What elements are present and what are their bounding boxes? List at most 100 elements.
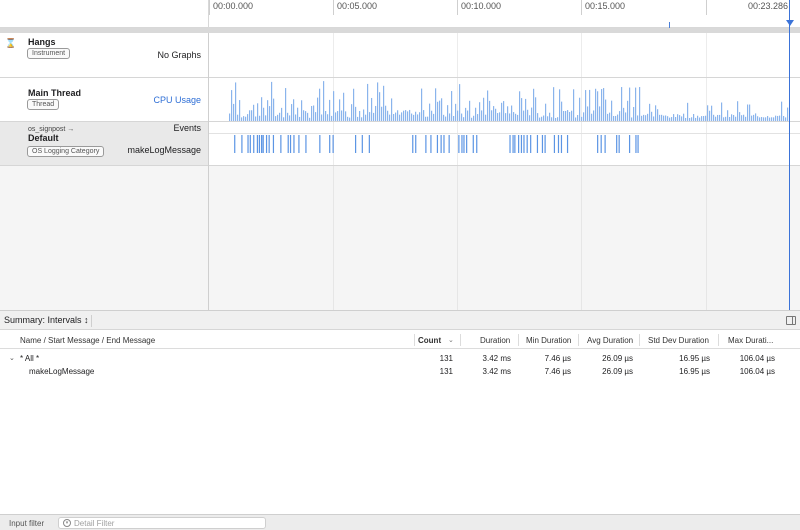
- cpu-bar: [689, 117, 691, 121]
- signpost-event-mark: [305, 135, 307, 153]
- cpu-bar: [311, 105, 313, 121]
- row-duration: 3.42 ms: [482, 367, 511, 376]
- cpu-bar: [239, 100, 241, 121]
- cpu-bar: [491, 110, 493, 121]
- signpost-event-mark: [332, 135, 334, 153]
- signpost-event-mark: [553, 135, 556, 153]
- row-max: 106.04 µs: [739, 367, 775, 376]
- cpu-bar: [607, 113, 609, 121]
- cpu-bar: [547, 116, 549, 121]
- cpu-bar: [777, 115, 779, 121]
- cpu-bar: [385, 105, 387, 121]
- cpu-bar: [527, 109, 529, 121]
- cpu-bar: [557, 117, 559, 121]
- summary-separator: [91, 315, 92, 327]
- signpost-event-mark: [443, 135, 445, 153]
- cpu-bar: [397, 110, 399, 121]
- signpost-event-mark: [265, 135, 268, 153]
- timeline-ruler[interactable]: 00:00.000 00:05.000 00:10.000 00:15.000 …: [0, 0, 800, 28]
- cpu-bar: [755, 113, 757, 121]
- col-count-header[interactable]: Count: [418, 336, 441, 345]
- cpu-bar: [759, 117, 761, 121]
- cpu-bar: [365, 114, 367, 121]
- row-name: * All *: [20, 354, 40, 363]
- cpu-bar: [731, 114, 733, 121]
- table-row[interactable]: ⌄ * All * 131 3.42 ms 7.46 µs 26.09 µs 1…: [0, 352, 800, 365]
- cpu-bar: [449, 113, 451, 121]
- col-name-header[interactable]: Name / Start Message / End Message: [20, 336, 155, 345]
- cpu-bar: [721, 102, 723, 121]
- cpu-bar: [739, 112, 741, 121]
- cpu-bar: [743, 114, 745, 121]
- cpu-bar: [309, 117, 311, 121]
- cpu-bar: [741, 115, 743, 121]
- cpu-bar: [431, 110, 433, 121]
- signpost-event-mark: [466, 135, 468, 153]
- cpu-bar: [417, 114, 419, 121]
- cpu-bar: [419, 112, 421, 121]
- cpu-usage-graph[interactable]: [209, 78, 800, 122]
- cpu-bar: [673, 114, 675, 121]
- row-duration: 3.42 ms: [482, 354, 511, 363]
- summary-selector[interactable]: Summary: Intervals ↕: [4, 315, 89, 325]
- signpost-event-mark: [600, 135, 602, 153]
- table-row[interactable]: makeLogMessage 131 3.42 ms 7.46 µs 26.09…: [0, 365, 800, 378]
- col-avg-header[interactable]: Avg Duration: [587, 336, 633, 345]
- row-avg: 26.09 µs: [602, 354, 633, 363]
- sidebar-toggle-icon[interactable]: [786, 316, 796, 325]
- cpu-bar: [745, 116, 747, 121]
- cpu-bar: [369, 112, 371, 121]
- detail-filter-input[interactable]: [74, 518, 259, 528]
- cpu-bar: [457, 110, 459, 121]
- cpu-bar: [693, 114, 695, 121]
- signpost-event-mark: [566, 135, 569, 153]
- ruler-tick-1: 00:05.000: [333, 0, 377, 15]
- cpu-bar: [577, 115, 579, 121]
- cpu-bar: [389, 114, 391, 121]
- cpu-bar: [685, 117, 687, 121]
- signpost-event-mark: [618, 135, 620, 153]
- cpu-bar: [337, 111, 339, 121]
- disclosure-chevron-icon[interactable]: ⌄: [9, 354, 15, 362]
- empty-track-area: [0, 166, 800, 310]
- cpu-bar: [505, 113, 507, 121]
- cpu-bar: [429, 103, 431, 121]
- signpost-lane[interactable]: os_signpost → Default OS Logging Categor…: [0, 122, 800, 166]
- ruler-end-time: 00:23.286: [747, 1, 788, 11]
- ruler-spacer: [0, 0, 209, 28]
- cpu-bar: [635, 87, 637, 121]
- cpu-bar: [525, 98, 527, 121]
- cpu-bar: [535, 97, 537, 121]
- cpu-bar: [567, 110, 569, 121]
- track-area[interactable]: ⌛ Hangs Instrument No Graphs Main Thread…: [0, 33, 800, 310]
- hangs-lane[interactable]: ⌛ Hangs Instrument No Graphs: [0, 33, 800, 78]
- detail-filter-field[interactable]: ▾: [58, 517, 266, 529]
- cpu-bar: [585, 90, 587, 121]
- signpost-event-mark: [604, 135, 606, 153]
- col-min-header[interactable]: Min Duration: [526, 336, 571, 345]
- cpu-bar: [601, 89, 603, 121]
- cpu-bar: [651, 111, 653, 121]
- cpu-bar: [393, 114, 395, 121]
- col-max-header[interactable]: Max Durati...: [728, 336, 773, 345]
- cpu-usage-link[interactable]: CPU Usage: [153, 95, 201, 105]
- signpost-event-mark: [289, 135, 292, 153]
- signpost-events-graph[interactable]: [209, 122, 800, 166]
- cpu-bar: [665, 115, 667, 121]
- cpu-bar: [299, 116, 301, 121]
- cpu-bar: [515, 113, 517, 121]
- cpu-bar: [407, 111, 409, 121]
- playhead-handle[interactable]: [786, 20, 794, 26]
- sort-chevron-icon[interactable]: ⌄: [448, 336, 454, 344]
- col-stddev-header[interactable]: Std Dev Duration: [648, 336, 709, 345]
- cpu-bar: [753, 114, 755, 121]
- cpu-bar: [443, 114, 445, 121]
- col-duration-header[interactable]: Duration: [480, 336, 510, 345]
- cpu-bar: [395, 112, 397, 121]
- playhead-line[interactable]: [789, 0, 790, 310]
- main-thread-lane[interactable]: Main Thread Thread CPU Usage: [0, 78, 800, 122]
- signpost-event-mark: [241, 135, 243, 153]
- row-min: 7.46 µs: [544, 354, 571, 363]
- row-stddev: 16.95 µs: [679, 367, 710, 376]
- signpost-subsystem: os_signpost →: [28, 126, 75, 133]
